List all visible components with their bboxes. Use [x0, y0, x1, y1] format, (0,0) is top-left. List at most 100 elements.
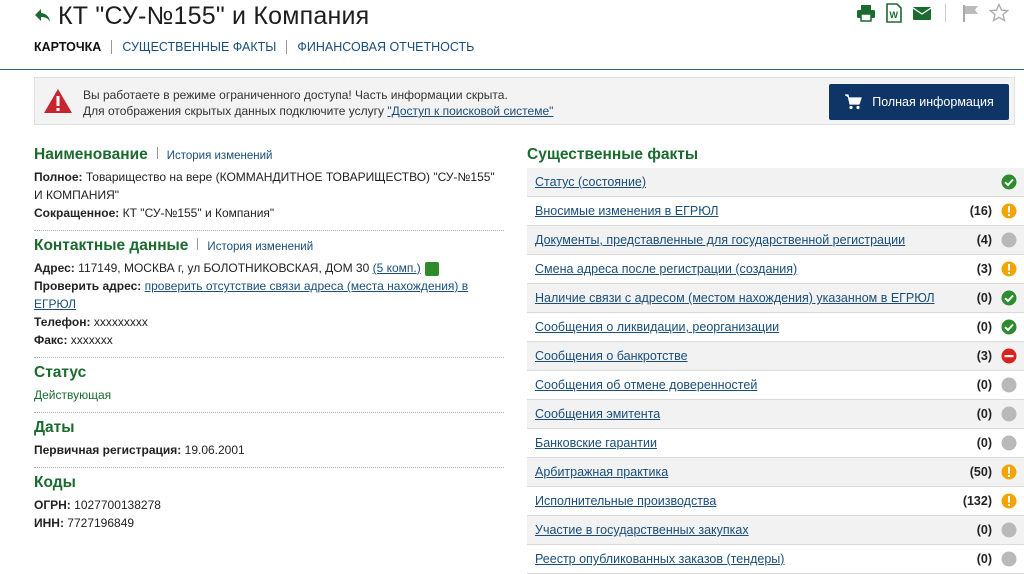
neutral-status-icon [1001, 232, 1017, 248]
section-divider [197, 238, 199, 250]
exclamation-icon [1001, 493, 1017, 509]
title-row: КТ "СУ-№155" и Компания [34, 0, 369, 32]
section-divider [156, 147, 158, 159]
fact-row[interactable]: Статус (состояние) [527, 168, 1024, 197]
ogrn-label: ОГРН: [34, 498, 71, 512]
fact-row[interactable]: Банковские гарантии (0) [527, 429, 1024, 458]
name-section-head: Наименование История изменений [34, 146, 504, 164]
address-label: Адрес: [34, 261, 75, 275]
fax-label: Факс: [34, 333, 68, 347]
fact-row[interactable]: Сообщения эмитента (0) [527, 400, 1024, 429]
restricted-access-alert: Вы работаете в режиме ограниченного дост… [34, 77, 1015, 125]
registration-date-label: Первичная регистрация: [34, 443, 182, 457]
fact-count: (132) [962, 494, 992, 508]
neutral-status-icon [1001, 522, 1017, 538]
fact-link[interactable]: Реестр опубликованных заказов (тендеры) [535, 552, 784, 566]
check-icon [1001, 290, 1017, 306]
exclamation-icon [1001, 261, 1017, 277]
fact-link[interactable]: Участие в государственных закупках [535, 523, 749, 537]
dates-section-title: Даты [34, 419, 75, 436]
fact-link[interactable]: Сообщения эмитента [535, 407, 660, 421]
fact-count: (0) [976, 378, 992, 392]
fact-row[interactable]: Вносимые изменения в ЕГРЮЛ (16) [527, 197, 1024, 226]
name-section-title: Наименование [34, 146, 148, 163]
tab-card[interactable]: КАРТОЧКА [34, 40, 101, 54]
name-history-link[interactable]: История изменений [167, 150, 273, 162]
neutral-status-icon [1001, 406, 1017, 422]
check-address: Проверить адрес: проверить отсутствие св… [34, 277, 504, 313]
toolbar-divider [945, 4, 946, 22]
print-icon[interactable] [855, 2, 877, 24]
fact-count: (0) [976, 407, 992, 421]
word-icon[interactable]: W [883, 2, 905, 24]
inn: ИНН: 7727196849 [34, 514, 504, 532]
tab-facts[interactable]: СУЩЕСТВЕННЫЕ ФАКТЫ [122, 40, 276, 54]
alert-line2-prefix: Для отображения скрытых данных подключит… [83, 104, 388, 118]
fact-link[interactable]: Сообщения об отмене доверенностей [535, 378, 757, 392]
full-info-button-label: Полная информация [872, 95, 994, 109]
tab-finance[interactable]: ФИНАНСОВАЯ ОТЧЕТНОСТЬ [297, 40, 474, 54]
status-section-title: Статус [34, 364, 87, 381]
phone-value: xxxxxxxxx [93, 315, 148, 329]
fax: Факс: xxxxxxx [34, 331, 504, 349]
fact-link[interactable]: Сообщения о банкротстве [535, 349, 688, 363]
map-link-icon[interactable] [424, 261, 439, 276]
fact-link[interactable]: Статус (состояние) [535, 175, 646, 189]
fact-row[interactable]: Смена адреса после регистрации (создания… [527, 255, 1024, 284]
phone-label: Телефон: [34, 315, 91, 329]
short-name-label: Сокращенное: [34, 206, 120, 220]
facts-panel: Существенные факты Статус (состояние) Вно… [527, 140, 1024, 574]
fact-row[interactable]: Сообщения о банкротстве (3) [527, 342, 1024, 371]
address: Адрес: 117149, МОСКВА г, ул БОЛОТНИКОВСК… [34, 259, 504, 277]
dotted-divider [34, 357, 504, 358]
fact-count: (0) [976, 436, 992, 450]
fact-row[interactable]: Сообщения об отмене доверенностей (0) [527, 371, 1024, 400]
search-service-link[interactable]: "Доступ к поисковой системе" [387, 104, 553, 118]
check-address-label: Проверить адрес: [34, 279, 142, 293]
fact-row[interactable]: Наличие связи с адресом (местом нахожден… [527, 284, 1024, 313]
tab-divider [286, 40, 288, 54]
header-divider [0, 69, 1024, 70]
codes-section-title: Коды [34, 474, 76, 491]
fact-row[interactable]: Арбитражная практика (50) [527, 458, 1024, 487]
dates-section-head: Даты [34, 419, 504, 437]
inn-label: ИНН: [34, 516, 64, 530]
fact-count: (0) [976, 523, 992, 537]
full-info-button[interactable]: Полная информация [829, 84, 1009, 120]
neutral-status-icon [1001, 377, 1017, 393]
neutral-status-icon [1001, 435, 1017, 451]
mail-icon[interactable] [911, 2, 933, 24]
neutral-status-icon [1001, 551, 1017, 567]
contacts-section-title: Контактные данные [34, 237, 189, 254]
fact-row[interactable]: Сообщения о ликвидации, реорганизации (0) [527, 313, 1024, 342]
phone: Телефон: xxxxxxxxx [34, 313, 504, 331]
fact-link[interactable]: Сообщения о ликвидации, реорганизации [535, 320, 779, 334]
contacts-history-link[interactable]: История изменений [207, 241, 313, 253]
fact-link[interactable]: Исполнительные производства [535, 494, 716, 508]
fact-row[interactable]: Участие в государственных закупках (0) [527, 516, 1024, 545]
fact-link[interactable]: Банковские гарантии [535, 436, 657, 450]
exclamation-icon [1001, 464, 1017, 480]
fact-row[interactable]: Исполнительные производства (132) [527, 487, 1024, 516]
full-name-label: Полное: [34, 170, 83, 184]
fact-row[interactable]: Документы, представленные для государств… [527, 226, 1024, 255]
alert-line1: Вы работаете в режиме ограниченного дост… [83, 88, 508, 102]
fact-link[interactable]: Вносимые изменения в ЕГРЮЛ [535, 204, 719, 218]
fact-link[interactable]: Смена адреса после регистрации (создания… [535, 262, 797, 276]
dotted-divider [34, 412, 504, 413]
status-section-head: Статус [34, 364, 504, 382]
status-value: Действующая [34, 388, 112, 402]
page-header: КТ "СУ-№155" и Компания W КАРТОЧКА СУЩЕС… [0, 0, 1024, 70]
star-icon[interactable] [988, 2, 1010, 24]
companies-link[interactable]: (5 комп.) [373, 261, 421, 275]
back-arrow-icon[interactable] [34, 7, 52, 25]
fact-link[interactable]: Арбитражная практика [535, 465, 668, 479]
fact-row[interactable]: Реестр опубликованных заказов (тендеры) (… [527, 545, 1024, 574]
flag-icon[interactable] [960, 2, 982, 24]
codes-section-head: Коды [34, 474, 504, 492]
page-title: КТ "СУ-№155" и Компания [58, 1, 370, 30]
fact-link[interactable]: Документы, представленные для государств… [535, 233, 905, 247]
fact-link[interactable]: Наличие связи с адресом (местом нахожден… [535, 291, 935, 305]
short-name-value: КТ "СУ-№155" и Компания" [122, 206, 275, 220]
full-name: Полное: Товарищество на вере (КОММАНДИТН… [34, 168, 504, 204]
